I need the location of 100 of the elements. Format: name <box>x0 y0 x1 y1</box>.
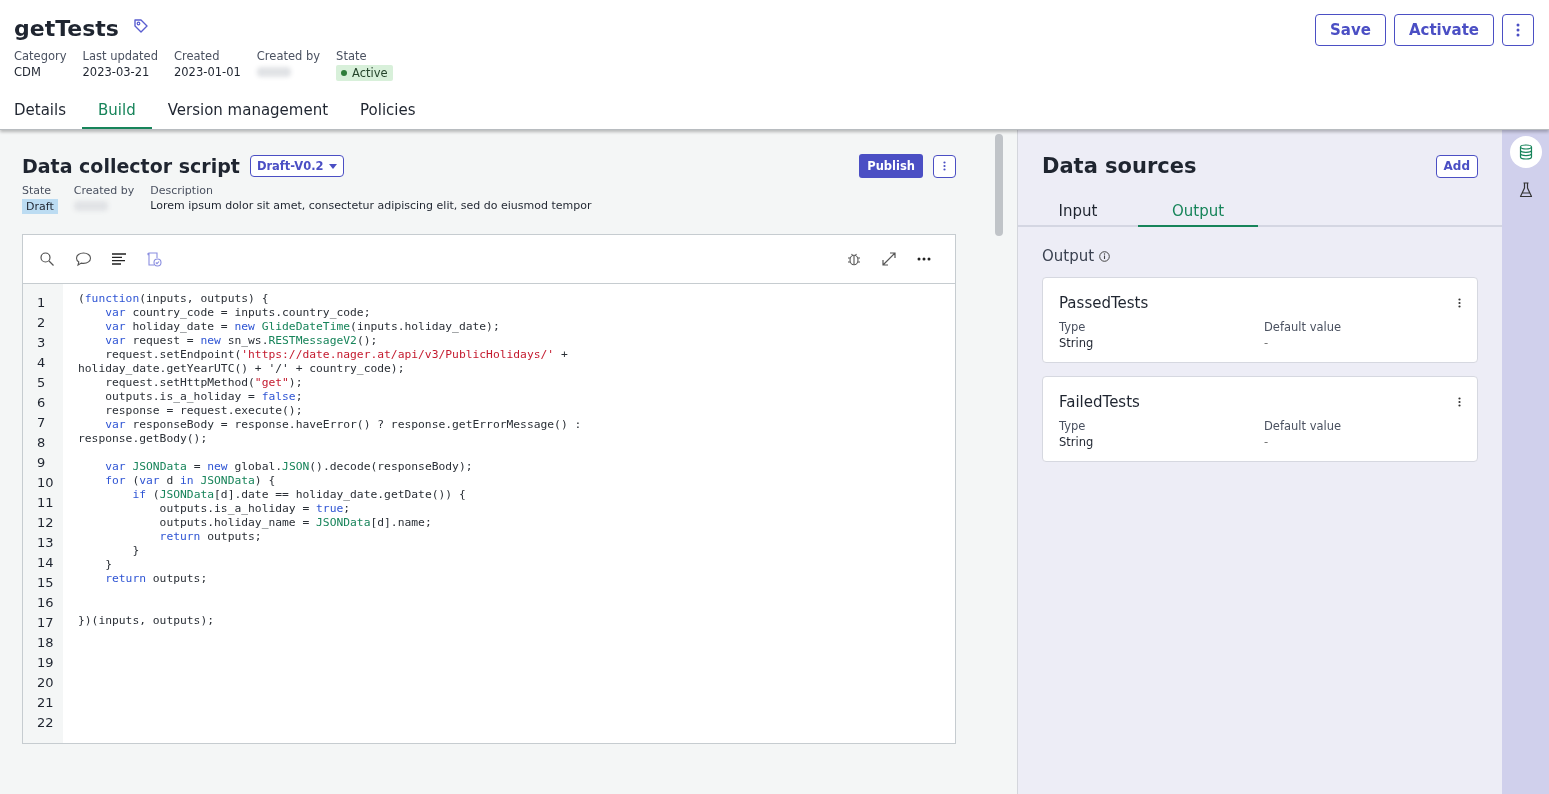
line-number: 19 <box>36 655 55 672</box>
code-line: if (JSONData[d].date == holiday_date.getDate()) { <box>131 488 467 502</box>
meta-label: Category <box>14 49 67 63</box>
meta-value: CDM <box>14 65 42 79</box>
scrollbar-thumb[interactable] <box>994 134 1003 236</box>
tab[interactable]: Input <box>1018 196 1138 227</box>
state-badge: Draft <box>22 199 58 214</box>
section-label: Output <box>1042 247 1095 265</box>
more-button[interactable] <box>1502 14 1534 46</box>
meta-value: 2023-01-01 <box>173 65 241 79</box>
line-number: 16 <box>36 595 55 612</box>
line-number: 1 <box>36 295 47 312</box>
meta-label: Created by <box>256 49 321 63</box>
field-label: Type <box>1059 320 1087 334</box>
code-line: holiday_date.getYearUTC() + '/' + country_code); <box>78 362 406 376</box>
line-number: 17 <box>36 615 55 632</box>
line-number: 8 <box>36 435 47 452</box>
publish-button[interactable]: Publish <box>859 154 923 178</box>
comment-icon[interactable] <box>75 251 92 267</box>
field-value: String <box>1059 435 1095 449</box>
line-number: 4 <box>36 355 47 372</box>
tab[interactable]: Output <box>1138 196 1258 227</box>
code-line: var country_code = inputs.country_code; <box>104 306 372 320</box>
more-icon[interactable] <box>1458 298 1461 308</box>
code-line: return outputs; <box>104 572 209 586</box>
field-value: - <box>1264 336 1270 350</box>
line-number: 11 <box>36 495 55 512</box>
line-number: 9 <box>36 455 47 472</box>
code-line: } <box>131 544 141 558</box>
line-number: 3 <box>36 335 47 352</box>
tab[interactable]: Version management <box>151 95 345 129</box>
field-label: Default value <box>1264 419 1343 433</box>
action-button[interactable]: Save <box>1315 14 1386 46</box>
rail-button[interactable] <box>1509 136 1542 168</box>
output-name: FailedTests <box>1059 393 1140 411</box>
code-line: outputs.is_a_holiday = true; <box>158 502 352 516</box>
script-title: Data collector script <box>22 155 240 177</box>
expand-icon[interactable] <box>881 251 897 267</box>
code-line: outputs.holiday_name = JSONData[d].name; <box>158 516 433 530</box>
line-number: 12 <box>36 515 55 532</box>
more-icon <box>943 161 946 171</box>
more-icon[interactable] <box>917 257 931 261</box>
description-text: Lorem ipsum dolor sit amet, consectetur adipiscing elit, sed do eiusmod tempor <box>150 199 592 212</box>
code-line: })(inputs, outputs); <box>78 614 216 628</box>
meta-label: Last updated <box>82 49 158 63</box>
action-button[interactable]: Activate <box>1393 14 1494 46</box>
code-line: outputs.is_a_holiday = false; <box>104 390 304 404</box>
format-icon[interactable] <box>112 253 126 265</box>
version-dropdown[interactable]: Draft-V0.2 <box>249 155 344 177</box>
meta-label: Description <box>150 184 214 197</box>
search-icon[interactable] <box>39 251 55 267</box>
tab[interactable]: Policies <box>344 95 432 129</box>
blurred-value <box>256 67 291 77</box>
info-icon[interactable] <box>1099 250 1111 262</box>
code-line: return outputs; <box>158 530 263 544</box>
tag-icon[interactable] <box>132 17 149 34</box>
code-line: request.setHttpMethod("get"); <box>104 376 304 390</box>
field-label: Default value <box>1264 320 1343 334</box>
meta-value: 2023-03-21 <box>82 65 151 79</box>
code-line: for (var d in JSONData) { <box>104 474 277 488</box>
code-line: var request = new sn_ws.RESTMessageV2(); <box>104 334 379 348</box>
line-number: 20 <box>36 675 55 692</box>
code-line: (function(inputs, outputs) { <box>78 292 270 306</box>
code-line: var JSONData = new global.JSON().decode(responseBody); <box>104 460 474 474</box>
line-number: 22 <box>36 715 55 732</box>
line-number: 7 <box>36 415 47 432</box>
line-number: 5 <box>36 375 47 392</box>
code-line: response = request.execute(); <box>104 404 304 418</box>
meta-label: State <box>336 49 368 63</box>
code-line: var responseBody = response.haveError() ? response.getErrorMessage() : <box>104 418 582 432</box>
tab[interactable]: Details <box>14 95 82 129</box>
code-line: } <box>104 558 113 572</box>
output-name: PassedTests <box>1059 294 1149 312</box>
line-number: 14 <box>36 555 55 572</box>
field-value: String <box>1059 336 1095 350</box>
database-icon <box>1518 144 1533 160</box>
field-label: Type <box>1059 419 1087 433</box>
line-number: 13 <box>36 535 55 552</box>
line-number: 21 <box>36 695 55 712</box>
code-line: var holiday_date = new GlideDateTime(inputs.holiday_date); <box>104 320 501 334</box>
more-button[interactable] <box>933 154 956 178</box>
more-icon <box>1516 23 1520 37</box>
flask-icon <box>1518 182 1533 198</box>
meta-label: Created by <box>73 184 135 197</box>
line-number: 2 <box>36 315 47 332</box>
more-icon[interactable] <box>1458 397 1461 407</box>
caret-icon <box>328 163 337 169</box>
page-title: getTests <box>14 16 119 41</box>
add-button[interactable]: Add <box>1435 154 1478 178</box>
status-badge: Active <box>336 65 393 81</box>
code-line: response.getBody(); <box>78 432 209 446</box>
line-number: 10 <box>36 475 55 492</box>
field-value: - <box>1264 435 1270 449</box>
script-check-icon[interactable] <box>146 251 162 267</box>
code-line: request.setEndpoint('https://date.nager.at/api/v3/PublicHolidays/' + <box>104 348 569 362</box>
bug-icon[interactable] <box>847 252 861 266</box>
meta-label: State <box>22 184 53 197</box>
line-number: 15 <box>36 575 55 592</box>
panel-title: Data sources <box>1042 154 1197 178</box>
meta-label: Created <box>173 49 221 63</box>
